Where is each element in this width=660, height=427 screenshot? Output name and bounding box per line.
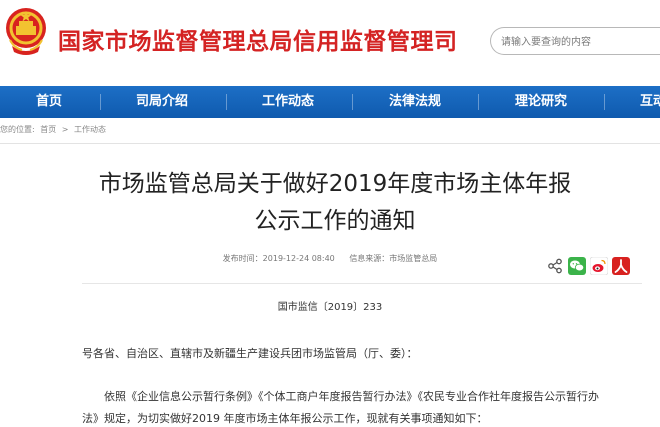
document-number: 国市监信〔2019〕233 — [277, 302, 383, 313]
body-paragraph-line-1: 依照《企业信息公示暂行条例》《个体工商户年度报告暂行办法》《农民专业合作社年度报… — [104, 390, 599, 403]
recipients-line: 号各省、自治区、直辖市及新疆生产建设兵团市场监管局（厅、委）： — [82, 347, 418, 360]
national-emblem-icon[interactable] — [4, 6, 48, 58]
site-title[interactable]: 国家市场监督管理总局信用监督管理司 — [58, 22, 458, 56]
breadcrumb-prefix: 您的位置: — [0, 125, 35, 134]
nav-separator — [604, 94, 605, 110]
search-input[interactable] — [501, 34, 651, 50]
share-icon[interactable] — [546, 257, 564, 275]
publish-time: 发布时间：2019-12-24 08:40 — [222, 254, 335, 263]
nav-item-interaction[interactable]: 互动 — [640, 86, 660, 118]
article-body: 依照《企业信息公示暂行条例》《个体工商户年度报告暂行办法》《农民专业合作社年度报… — [82, 386, 652, 427]
article-title-line-2: 公示工作的通知 — [254, 208, 416, 234]
divider — [0, 143, 660, 144]
breadcrumb-work-news-link[interactable]: 工作动态 — [74, 125, 109, 134]
article-title: 市场监管总局关于做好2019年度市场主体年报 公示工作的通知 — [40, 166, 630, 240]
share-bar — [546, 257, 636, 275]
weibo-icon[interactable] — [590, 257, 608, 275]
nav-item-theory-research[interactable]: 理论研究 — [515, 86, 567, 118]
nav-item-laws[interactable]: 法律法规 — [389, 86, 441, 118]
site-header: 国家市场监督管理总局信用监督管理司 — [0, 0, 660, 86]
divider — [82, 283, 642, 284]
breadcrumb: 您的位置: 首页 > 工作动态 — [0, 124, 109, 138]
nav-item-home[interactable]: 首页 — [36, 86, 62, 118]
nav-separator — [352, 94, 353, 110]
wechat-icon[interactable] — [568, 257, 586, 275]
nav-separator — [226, 94, 227, 110]
renren-icon[interactable] — [612, 257, 630, 275]
nav-separator — [478, 94, 479, 110]
breadcrumb-work-news-label: 工作动态 — [74, 125, 107, 134]
nav-item-work-news[interactable]: 工作动态 — [262, 86, 314, 118]
breadcrumb-home-label: 首页 — [40, 125, 57, 134]
nav-separator — [100, 94, 101, 110]
article-title-line-1: 市场监管总局关于做好2019年度市场主体年报 — [98, 171, 572, 197]
breadcrumb-separator: > — [61, 125, 69, 134]
nav-item-department-intro[interactable]: 司局介绍 — [136, 86, 188, 118]
body-paragraph-line-2: 法》规定，为切实做好2019 年度市场主体年报公示工作，现就有关事项通知如下： — [82, 412, 488, 425]
breadcrumb-home-link[interactable]: 首页 — [40, 125, 59, 134]
main-nav: 首页 司局介绍 工作动态 法律法规 理论研究 互动 — [0, 86, 660, 118]
search-box[interactable] — [490, 27, 660, 55]
info-source: 信息来源：市场监管总局 — [349, 254, 438, 263]
